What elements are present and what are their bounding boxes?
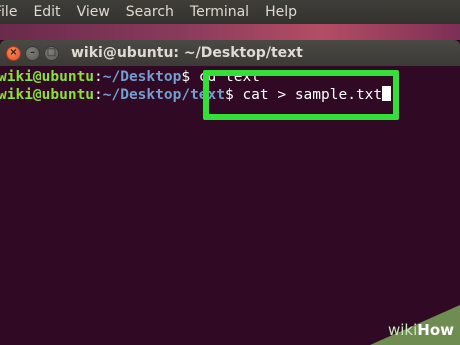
close-icon[interactable]: ×	[6, 45, 21, 61]
prompt-user: wiki@ubuntu	[0, 87, 95, 103]
screen: File Edit View Search Terminal Help × – …	[0, 0, 460, 345]
desktop-background	[0, 24, 460, 40]
menu-help[interactable]: Help	[257, 0, 305, 24]
prompt-user: wiki@ubuntu	[0, 69, 95, 85]
highlight-box	[203, 70, 399, 120]
prompt-path: ~/Desktop	[102, 69, 182, 85]
prompt-colon: :	[94, 69, 103, 85]
maximize-icon[interactable]: □	[44, 45, 59, 61]
watermark-wiki: wiki	[387, 321, 418, 339]
menu-view[interactable]: View	[69, 0, 118, 24]
menu-file[interactable]: File	[0, 0, 25, 24]
prompt-dollar: $	[181, 69, 199, 85]
prompt-colon: :	[94, 87, 103, 103]
minimize-icon[interactable]: –	[25, 45, 40, 61]
menu-terminal[interactable]: Terminal	[182, 0, 257, 24]
menu-search[interactable]: Search	[118, 0, 182, 24]
wikihow-logo: wikiHow	[388, 321, 454, 339]
watermark-how: How	[417, 321, 454, 339]
window-titlebar[interactable]: × – □ wiki@ubuntu: ~/Desktop/text	[0, 40, 460, 66]
window-title: wiki@ubuntu: ~/Desktop/text	[71, 45, 303, 61]
menu-bar: File Edit View Search Terminal Help	[0, 0, 460, 24]
menu-edit[interactable]: Edit	[25, 0, 68, 24]
